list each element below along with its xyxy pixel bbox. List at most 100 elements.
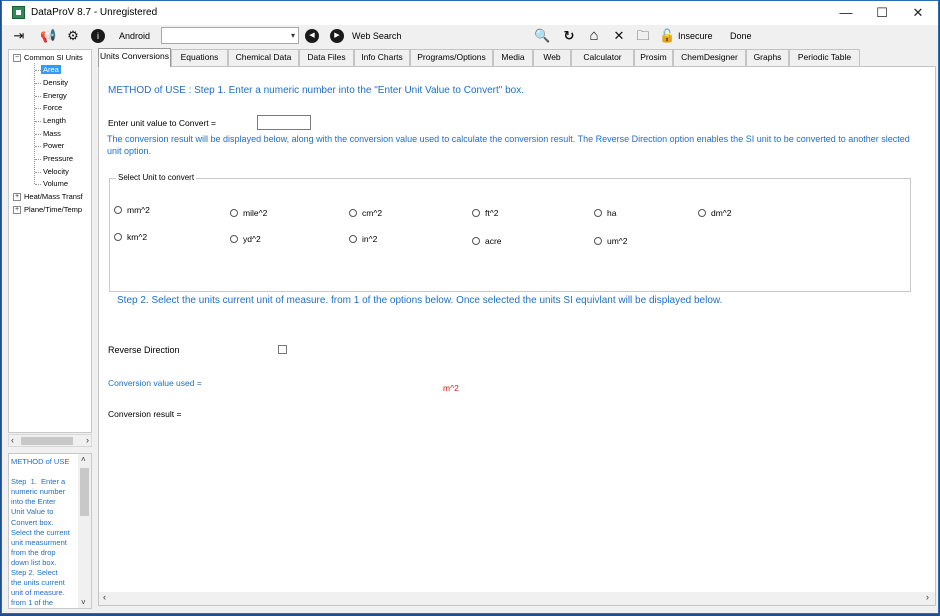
radio-circle[interactable]: [698, 209, 706, 217]
minimize-button[interactable]: —: [828, 1, 864, 25]
content-horizontal-scrollbar[interactable]: ‹ ›: [99, 592, 935, 605]
scroll-right-icon[interactable]: ›: [86, 435, 89, 445]
android-label[interactable]: Android: [119, 31, 150, 41]
tab-prosim[interactable]: Prosim: [634, 49, 673, 66]
tree-item-area[interactable]: Area: [41, 65, 61, 74]
tab-calculator[interactable]: Calculator: [571, 49, 634, 66]
radio-mile2[interactable]: mile^2: [230, 208, 267, 218]
radio-yd2[interactable]: yd^2: [230, 234, 261, 244]
scroll-up-icon[interactable]: ˄: [81, 455, 86, 464]
forward-icon[interactable]: ▶: [330, 29, 344, 43]
radio-circle[interactable]: [230, 235, 238, 243]
radio-circle[interactable]: [114, 233, 122, 241]
tab-units-conversions[interactable]: Units Conversions: [98, 48, 171, 67]
radio-circle[interactable]: [230, 209, 238, 217]
scroll-left-icon[interactable]: ‹: [103, 592, 106, 602]
tree-item-power[interactable]: Power: [41, 141, 64, 150]
radio-cm2[interactable]: cm^2: [349, 208, 382, 218]
tab-equations[interactable]: Equations: [171, 49, 228, 66]
exit-icon[interactable]: ⇥: [11, 28, 27, 44]
scroll-down-icon[interactable]: ˅: [81, 598, 86, 607]
app-window: DataProV 8.7 - Unregistered — ☐ ✕ ⇥ 📢 ⚙ …: [1, 0, 939, 614]
units-tree[interactable]: − Common SI Units Area Density Energy Fo…: [8, 49, 92, 433]
radio-circle[interactable]: [349, 235, 357, 243]
radio-in2[interactable]: in^2: [349, 234, 377, 244]
info-icon[interactable]: i: [91, 29, 105, 43]
megaphone-icon[interactable]: 📢: [40, 28, 56, 44]
tree-item-length[interactable]: Length: [41, 116, 66, 125]
tree-item-density[interactable]: Density: [41, 78, 68, 87]
window-title: DataProV 8.7 - Unregistered: [31, 7, 158, 18]
url-dropdown[interactable]: ▾: [161, 27, 299, 44]
tab-programs-options[interactable]: Programs/Options: [410, 49, 493, 66]
reverse-direction-label: Reverse Direction: [108, 345, 180, 355]
tab-chemical-data[interactable]: Chemical Data: [228, 49, 299, 66]
tree-item-pressure[interactable]: Pressure: [41, 154, 73, 163]
radio-circle[interactable]: [349, 209, 357, 217]
radio-circle[interactable]: [114, 206, 122, 214]
scroll-thumb[interactable]: [80, 468, 89, 516]
lock-icon: 🔓: [659, 28, 676, 43]
tab-info-charts[interactable]: Info Charts: [354, 49, 410, 66]
search-icon[interactable]: 🔍: [534, 28, 550, 44]
scroll-left-icon[interactable]: ‹: [11, 435, 14, 445]
radio-acre[interactable]: acre: [472, 236, 502, 246]
insecure-label: Insecure: [678, 31, 713, 41]
radio-circle[interactable]: [594, 237, 602, 245]
reverse-direction-checkbox[interactable]: [278, 345, 287, 354]
title-bar: DataProV 8.7 - Unregistered — ☐ ✕: [2, 1, 938, 25]
chevron-down-icon[interactable]: ▾: [291, 31, 295, 40]
tab-web[interactable]: Web: [533, 49, 571, 66]
select-unit-group: Select Unit to convert mm^2 mile^2 cm^2 …: [109, 173, 911, 292]
tree-item-velocity[interactable]: Velocity: [41, 167, 69, 176]
conversion-note: The conversion result will be displayed …: [107, 134, 910, 156]
tree-horizontal-scrollbar[interactable]: ‹ ›: [8, 434, 92, 447]
radio-um2[interactable]: um^2: [594, 236, 628, 246]
toolbar: ⇥ 📢 ⚙ i Android ▾ ◀ ▶ Web Search 🔍 ↻ ⌂ ✕…: [2, 25, 938, 47]
units-conversion-panel: METHOD of USE : Step 1. Enter a numeric …: [98, 66, 936, 606]
tab-graphs[interactable]: Graphs: [746, 49, 789, 66]
expand-icon[interactable]: +: [13, 206, 21, 214]
home-icon[interactable]: ⌂: [586, 28, 602, 44]
close-button[interactable]: ✕: [900, 1, 936, 25]
radio-circle[interactable]: [472, 209, 480, 217]
tab-periodic-table[interactable]: Periodic Table: [789, 49, 860, 66]
radio-mm2[interactable]: mm^2: [114, 205, 150, 215]
refresh-icon[interactable]: ↻: [561, 28, 577, 44]
tree-item-volume[interactable]: Volume: [41, 179, 68, 188]
tab-media[interactable]: Media: [493, 49, 533, 66]
stop-icon[interactable]: ✕: [611, 28, 627, 44]
tab-data-files[interactable]: Data Files: [299, 49, 354, 66]
tree-item-mass[interactable]: Mass: [41, 129, 61, 138]
expand-icon[interactable]: +: [13, 193, 21, 201]
tree-root-common-si[interactable]: Common SI Units: [24, 53, 83, 62]
done-label: Done: [730, 31, 752, 41]
unit-value-input[interactable]: [257, 115, 311, 130]
conversion-value-label: Conversion value used =: [108, 378, 202, 388]
radio-dm2[interactable]: dm^2: [698, 208, 732, 218]
maximize-button[interactable]: ☐: [864, 1, 900, 25]
web-search-button[interactable]: Web Search: [352, 31, 401, 41]
method-heading: METHOD of USE : Step 1. Enter a numeric …: [108, 85, 524, 96]
tree-item-force[interactable]: Force: [41, 103, 62, 112]
folder-icon[interactable]: 🗀: [635, 28, 651, 44]
conversion-result-label: Conversion result =: [108, 409, 182, 419]
app-logo-icon: [12, 6, 25, 19]
tab-strip: Units Conversions Equations Chemical Dat…: [98, 48, 938, 67]
radio-km2[interactable]: km^2: [114, 232, 147, 242]
tab-chemdesigner[interactable]: ChemDesigner: [673, 49, 746, 66]
collapse-icon[interactable]: −: [13, 54, 21, 62]
tree-root-plane-time[interactable]: Plane/Time/Temp: [24, 205, 82, 214]
tree-root-heat-mass[interactable]: Heat/Mass Transf: [24, 192, 83, 201]
radio-ft2[interactable]: ft^2: [472, 208, 498, 218]
tree-item-energy[interactable]: Energy: [41, 91, 67, 100]
radio-ha[interactable]: ha: [594, 208, 616, 218]
scroll-right-icon[interactable]: ›: [926, 592, 929, 602]
help-vertical-scrollbar[interactable]: ˄ ˅: [78, 454, 91, 608]
radio-circle[interactable]: [594, 209, 602, 217]
back-icon[interactable]: ◀: [305, 29, 319, 43]
scroll-thumb[interactable]: [21, 437, 73, 445]
gears-icon[interactable]: ⚙: [65, 28, 81, 44]
radio-circle[interactable]: [472, 237, 480, 245]
help-panel: METHOD of USE Step 1. Enter a numeric nu…: [8, 453, 92, 609]
